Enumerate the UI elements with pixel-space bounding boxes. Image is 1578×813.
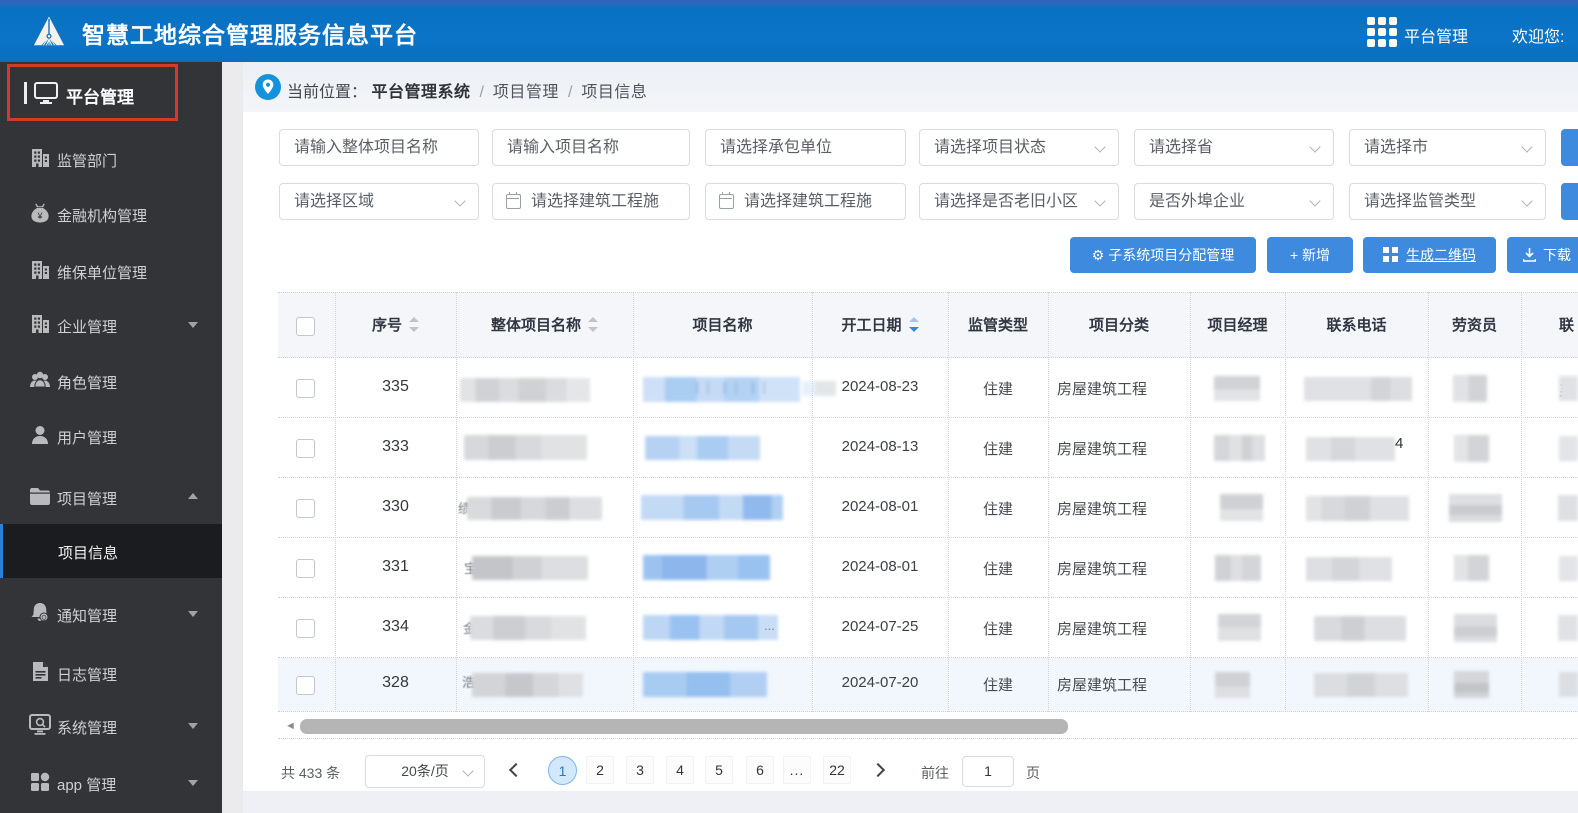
svg-text:Q: Q [41,615,46,622]
svg-text:¥: ¥ [36,211,43,221]
